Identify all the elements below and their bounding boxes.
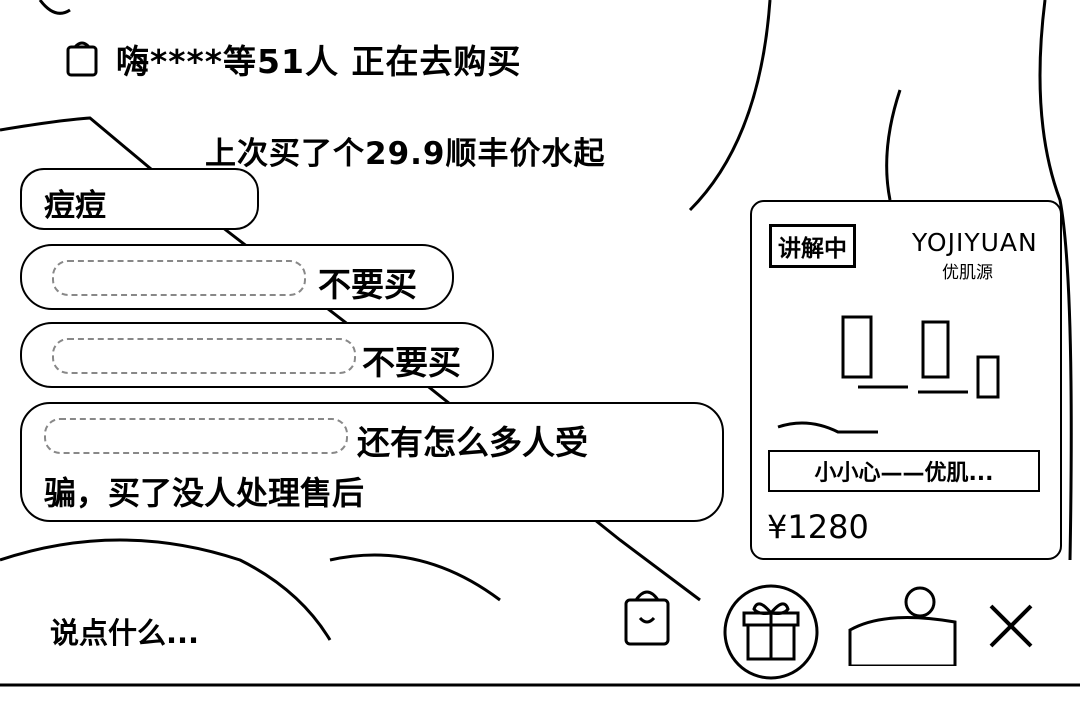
comment-bubble: 还有怎么多人受 骗，买了没人处理售后 [20, 402, 724, 522]
user-icon[interactable] [845, 580, 965, 666]
gift-icon[interactable] [722, 583, 820, 681]
shopping-bag-icon [66, 41, 98, 77]
comment-bubble: 不要买 [20, 322, 494, 388]
product-price: ¥1280 [767, 508, 869, 546]
brand-logo: YOJIYUAN [912, 228, 1038, 257]
banner-text: 嗨****等51人 正在去购买 [116, 42, 522, 81]
product-caption: 小小心——优肌... [768, 450, 1040, 492]
brand-name-cn: 优肌源 [942, 263, 993, 283]
comment-text: 不要买 [362, 343, 461, 382]
comment-text: 不要买 [318, 265, 417, 304]
comment-bubble: 痘痘 [20, 168, 259, 230]
blurred-username [52, 338, 356, 374]
explaining-badge: 讲解中 [769, 224, 856, 268]
comment-bubble: 不要买 [20, 244, 454, 310]
close-icon[interactable] [985, 600, 1037, 652]
shopping-bag-icon[interactable] [620, 578, 674, 648]
blurred-username [44, 418, 348, 454]
product-card[interactable]: 讲解中 YOJIYUAN 优肌源 小小心——优肌... ¥1280 [750, 200, 1062, 560]
blurred-username [52, 260, 306, 296]
comment-text: 上次买了个29.9顺丰价水起 [205, 136, 606, 172]
comment-text-line2: 痘痘 [44, 188, 106, 224]
comment-text-line2: 骗，买了没人处理售后 [44, 474, 365, 512]
comment-text: 还有怎么多人受 [357, 423, 588, 462]
purchase-banner: 嗨****等51人 正在去购买 [62, 34, 521, 84]
comment-input[interactable]: 说点什么... [50, 610, 199, 652]
